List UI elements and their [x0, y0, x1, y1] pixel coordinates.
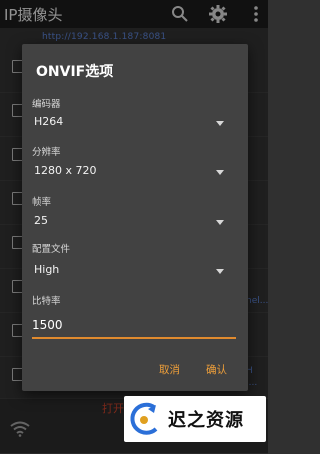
- resolution-label: 分辨率: [32, 147, 61, 158]
- resolution-value: 1280 x 720: [34, 164, 97, 177]
- watermark-text: 迟之资源: [168, 410, 244, 431]
- dropdown-arrow-icon: [216, 121, 224, 126]
- onvif-options-dialog: ONVIF选项 编码器 H264 分辨率 1280 x 720 帧率 25 配置…: [22, 44, 248, 391]
- dropdown-arrow-icon: [216, 170, 224, 175]
- profile-label: 配置文件: [32, 244, 71, 255]
- encoder-label: 编码器: [32, 99, 61, 110]
- cancel-button[interactable]: 取消: [159, 362, 180, 377]
- watermark-logo-icon: [130, 402, 158, 435]
- bitrate-input[interactable]: 1500: [32, 313, 236, 339]
- framerate-label: 帧率: [32, 197, 52, 208]
- profile-select[interactable]: High: [32, 258, 236, 284]
- dialog-title: ONVIF选项: [36, 64, 114, 80]
- dropdown-arrow-icon: [216, 220, 224, 225]
- bitrate-label: 比特率: [32, 296, 61, 307]
- confirm-button[interactable]: 确认: [206, 362, 227, 377]
- resolution-select[interactable]: 1280 x 720: [32, 159, 236, 185]
- framerate-value: 25: [34, 214, 48, 227]
- profile-value: High: [34, 263, 60, 276]
- watermark: 迟之资源: [124, 396, 266, 442]
- bitrate-value: 1500: [32, 318, 63, 332]
- framerate-select[interactable]: 25: [32, 209, 236, 235]
- encoder-value: H264: [34, 115, 64, 128]
- encoder-select[interactable]: H264: [32, 110, 236, 136]
- dropdown-arrow-icon: [216, 269, 224, 274]
